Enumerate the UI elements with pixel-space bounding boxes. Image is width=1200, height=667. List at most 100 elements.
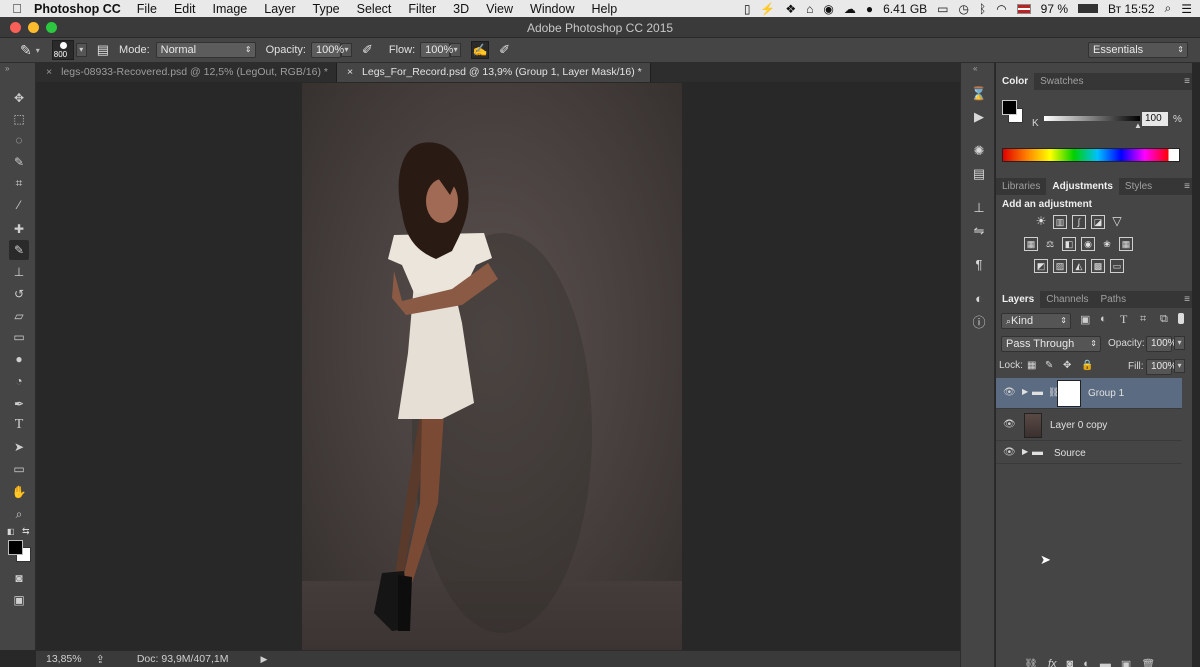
move-tool-icon[interactable]: ✥ xyxy=(9,88,29,108)
time-machine-icon[interactable]: ◷ xyxy=(959,2,969,16)
crop-tool-icon[interactable]: ⌗ xyxy=(9,173,29,193)
hue-saturation-icon[interactable]: ▦ xyxy=(1024,237,1038,251)
flow-input[interactable]: 100% xyxy=(420,42,453,58)
panel-menu-icon[interactable]: ≡ xyxy=(1184,73,1190,90)
blur-tool-icon[interactable]: ● xyxy=(9,349,29,369)
blend-mode-select[interactable]: Pass Through ⇕ xyxy=(1001,336,1101,352)
menu-window[interactable]: Window xyxy=(530,2,574,16)
rectangle-tool-icon[interactable]: ▭ xyxy=(9,459,29,479)
levels-icon[interactable]: ▥ xyxy=(1053,215,1067,229)
brush-picker-dropdown[interactable]: ▾ xyxy=(75,43,87,57)
pressure-size-icon[interactable]: ✐ xyxy=(499,42,510,58)
type-tool-icon[interactable]: T xyxy=(9,415,29,435)
visibility-eye-icon[interactable]: 👁 xyxy=(1003,419,1016,430)
document-canvas[interactable] xyxy=(302,83,682,651)
tab-color[interactable]: Color xyxy=(996,73,1035,90)
pen-tool-icon[interactable]: ✒ xyxy=(9,394,29,414)
quick-mask-icon[interactable]: ◙ xyxy=(9,568,29,588)
lasso-tool-icon[interactable]: ◌ xyxy=(9,130,29,150)
lock-pixels-icon[interactable]: ✎ xyxy=(1045,360,1053,371)
properties-panel-icon[interactable]: ◐ xyxy=(969,289,989,309)
brush-panel-toggle-icon[interactable]: ▤ xyxy=(97,42,109,58)
marquee-tool-icon[interactable]: ⬚ xyxy=(9,109,29,129)
layer-thumbnail[interactable] xyxy=(1024,413,1042,438)
layer-row-layer-0-copy[interactable]: 👁 Layer 0 copy xyxy=(996,410,1182,441)
info-panel-icon[interactable]: ⓘ xyxy=(969,313,989,333)
dropbox-icon[interactable]: ❖ xyxy=(785,2,796,16)
close-tab-icon[interactable]: × xyxy=(46,66,52,78)
add-mask-icon[interactable]: ◙ xyxy=(1067,658,1074,667)
menu-file[interactable]: File xyxy=(137,2,157,16)
curves-icon[interactable]: ∫ xyxy=(1072,215,1086,229)
paragraph-panel-icon[interactable]: ¶ xyxy=(969,255,989,275)
zoom-level[interactable]: 13,85% xyxy=(46,653,82,665)
brush-settings-panel-icon[interactable]: ✺ xyxy=(969,141,989,161)
display-icon[interactable]: ▭ xyxy=(937,2,948,16)
visibility-eye-icon[interactable]: 👁 xyxy=(1003,387,1016,398)
bluetooth-icon[interactable]: ᛒ xyxy=(979,2,986,16)
cloud-icon[interactable]: ☁ xyxy=(844,2,856,16)
layer-opacity-input[interactable]: 100% xyxy=(1146,336,1177,352)
tab-styles[interactable]: Styles xyxy=(1119,178,1158,195)
k-value-input[interactable]: 100 xyxy=(1142,112,1168,126)
lock-position-icon[interactable]: ✥ xyxy=(1063,360,1071,371)
brush-tool-icon[interactable]: ✎ xyxy=(9,240,29,260)
slider-thumb-icon[interactable]: ▲ xyxy=(1134,121,1142,130)
layer-mask-thumbnail[interactable] xyxy=(1057,380,1081,407)
tool-preset-dropdown-icon[interactable]: ▾ xyxy=(36,46,40,55)
pressure-opacity-icon[interactable]: ✐ xyxy=(362,42,373,58)
gradient-map-icon[interactable]: ▩ xyxy=(1091,259,1105,273)
apple-menu-icon[interactable]:  xyxy=(0,1,34,16)
tab-swatches[interactable]: Swatches xyxy=(1034,73,1089,90)
menu-3d[interactable]: 3D xyxy=(453,2,469,16)
eraser-tool-icon[interactable]: ▱ xyxy=(9,306,29,326)
expand-group-icon[interactable]: ▶ xyxy=(1022,447,1028,456)
screen-icon[interactable]: ▯ xyxy=(744,2,751,16)
tab-document-1[interactable]: × legs-08933-Recovered.psd @ 12,5% (LegO… xyxy=(36,63,337,82)
layer-filter-select[interactable]: ⌕Kind ⇕ xyxy=(1001,313,1071,329)
history-brush-tool-icon[interactable]: ↺ xyxy=(9,284,29,304)
history-panel-icon[interactable]: ⌛ xyxy=(969,84,989,104)
tab-document-2[interactable]: × Legs_For_Record.psd @ 13,9% (Group 1, … xyxy=(336,63,651,82)
tab-adjustments[interactable]: Adjustments xyxy=(1046,178,1119,195)
link-layers-icon[interactable]: ⛓ xyxy=(1024,658,1038,667)
filter-toggle-icon[interactable] xyxy=(1178,313,1184,324)
collapse-strip-icon[interactable]: « xyxy=(973,64,977,73)
drive-icon[interactable]: ⌂ xyxy=(806,2,813,16)
brightness-contrast-icon[interactable]: ☀ xyxy=(1034,215,1048,229)
color-lookup-icon[interactable]: ▦ xyxy=(1119,237,1133,251)
flag-icon[interactable] xyxy=(1016,3,1031,14)
lock-all-icon[interactable]: 🔒 xyxy=(1081,360,1093,371)
app-menu[interactable]: Photoshop CC xyxy=(34,2,121,16)
layer-name[interactable]: Group 1 xyxy=(1088,388,1124,399)
battery-icon[interactable] xyxy=(1078,4,1099,13)
path-selection-tool-icon[interactable]: ➤ xyxy=(9,437,29,457)
selective-color-icon[interactable]: ▭ xyxy=(1110,259,1124,273)
black-white-icon[interactable]: ◧ xyxy=(1062,237,1076,251)
layer-name[interactable]: Layer 0 copy xyxy=(1050,420,1107,431)
canvas-area[interactable] xyxy=(36,82,960,651)
filter-smart-object-icon[interactable]: ⧉ xyxy=(1160,313,1168,326)
clone-source-panel-icon[interactable]: ⊥ xyxy=(969,198,989,218)
menu-edit[interactable]: Edit xyxy=(174,2,196,16)
posterize-icon[interactable]: ▨ xyxy=(1053,259,1067,273)
close-tab-icon[interactable]: × xyxy=(347,66,353,78)
foreground-color-swatch[interactable] xyxy=(8,540,23,555)
layer-style-fx-icon[interactable]: fx xyxy=(1048,658,1057,667)
healing-brush-tool-icon[interactable]: ✚ xyxy=(9,219,29,239)
hand-tool-icon[interactable]: ✋ xyxy=(9,482,29,502)
new-group-icon[interactable]: ▬ xyxy=(1100,658,1111,667)
lock-transparency-icon[interactable]: ▦ xyxy=(1027,360,1036,371)
mode-select[interactable]: Normal ⇕ xyxy=(155,42,256,58)
menu-filter[interactable]: Filter xyxy=(408,2,436,16)
bolt-icon[interactable]: ⚡ xyxy=(760,2,775,16)
channel-mixer-icon[interactable]: ❀ xyxy=(1100,238,1114,252)
collapse-tools-icon[interactable]: » xyxy=(5,64,9,73)
menu-select[interactable]: Select xyxy=(357,2,392,16)
visibility-eye-icon[interactable]: 👁 xyxy=(1003,447,1016,458)
vibrance-icon[interactable]: ▽ xyxy=(1110,215,1124,229)
new-layer-icon[interactable]: ▣ xyxy=(1121,658,1131,667)
share-icon[interactable]: ⇪ xyxy=(96,653,105,666)
clone-stamp-tool-icon[interactable]: ⊥ xyxy=(9,262,29,282)
spotlight-icon[interactable]: ⌕ xyxy=(1165,1,1172,16)
